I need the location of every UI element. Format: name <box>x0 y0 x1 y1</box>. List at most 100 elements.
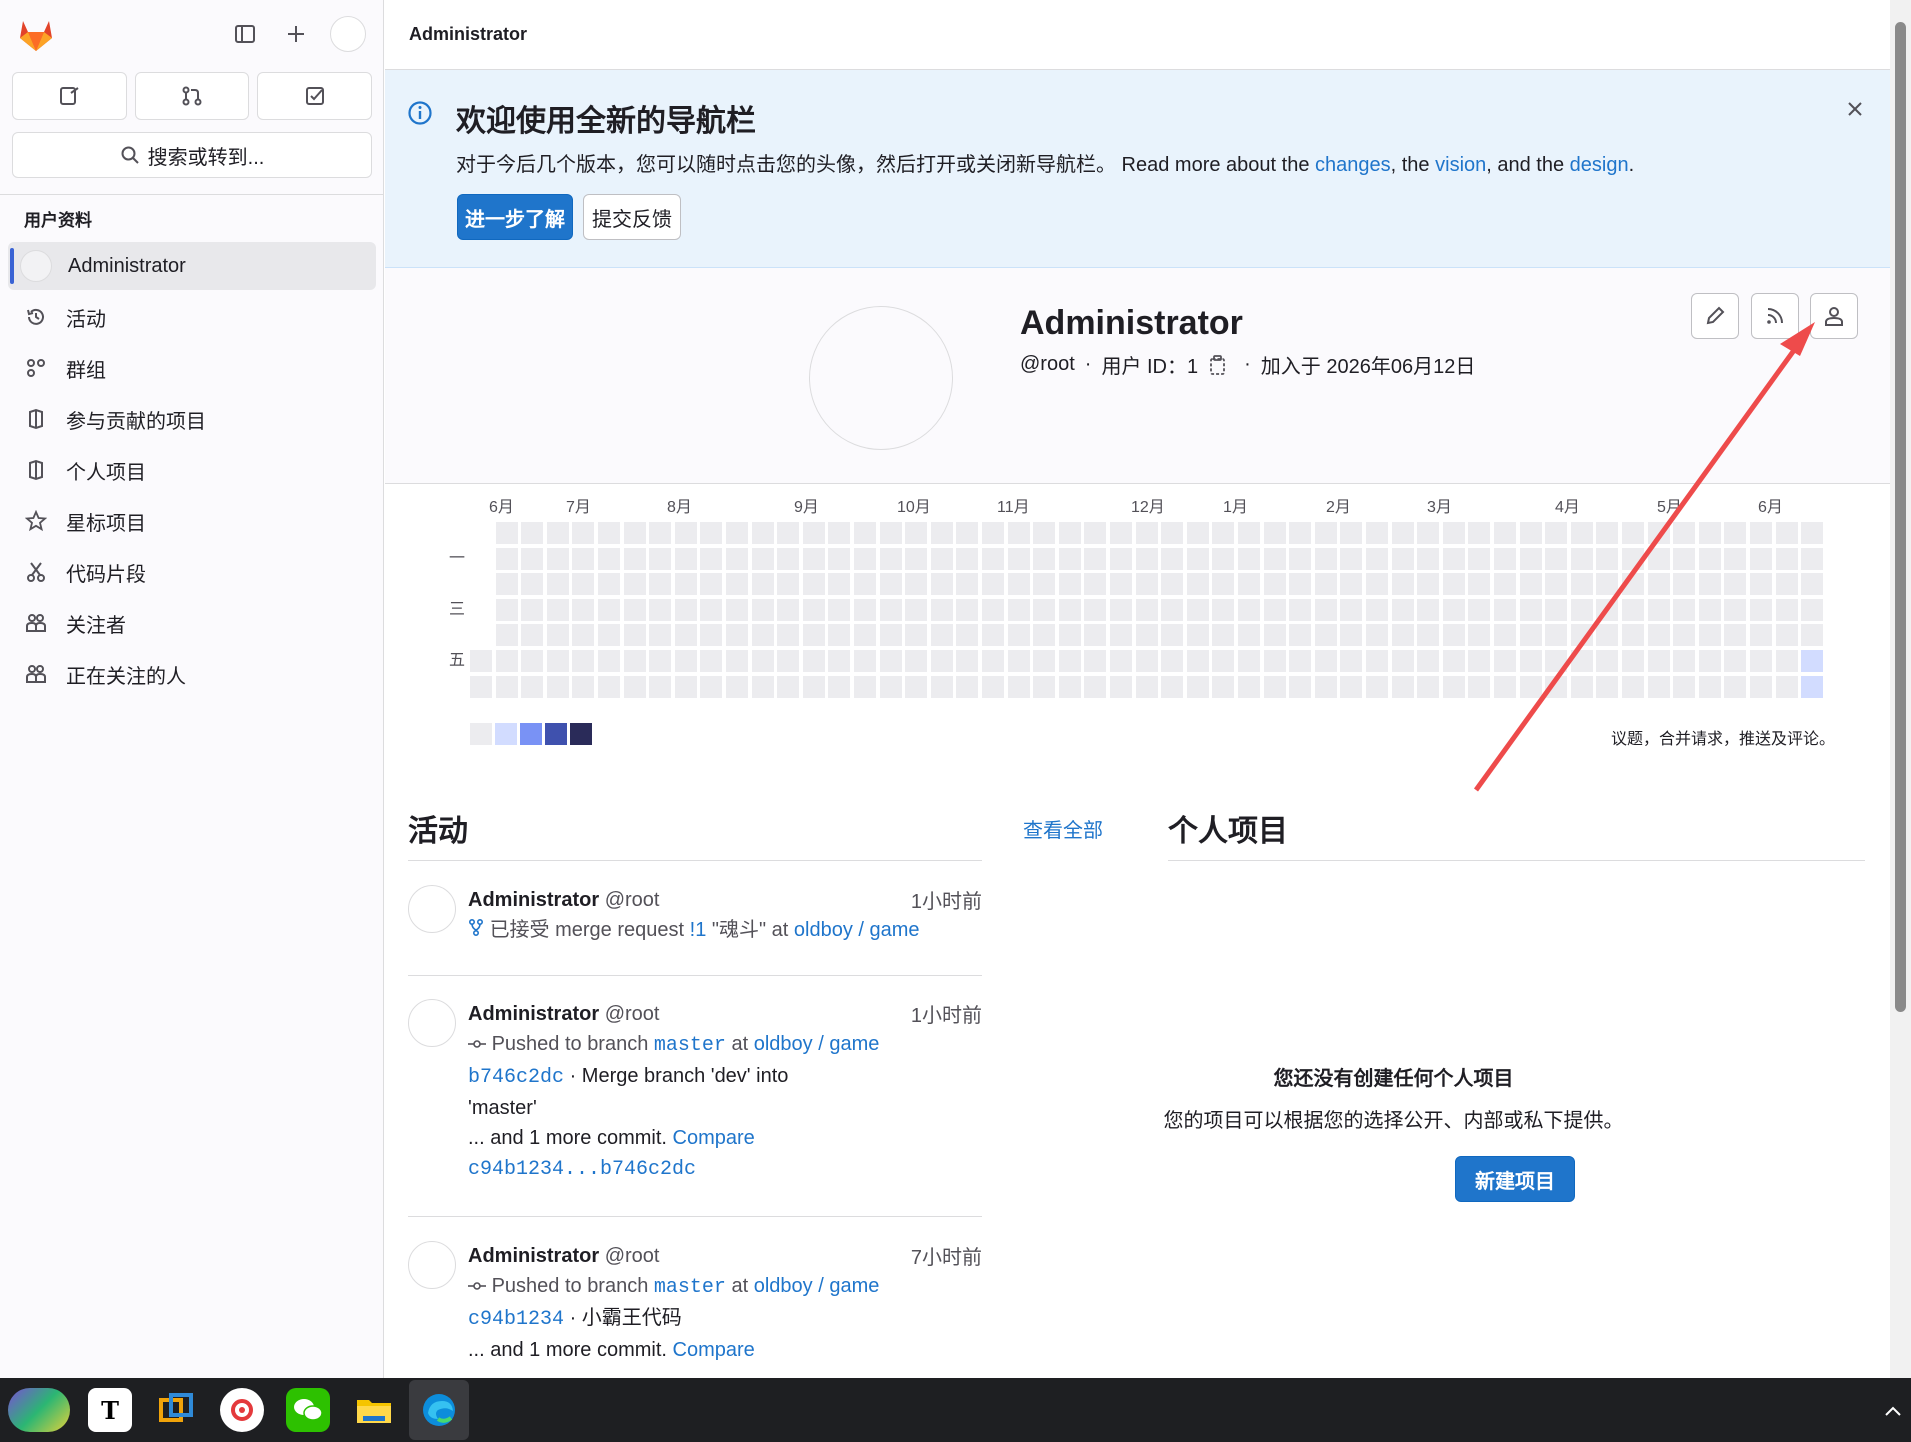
breadcrumb-item[interactable]: Administrator <box>409 24 527 45</box>
calendar-cell[interactable] <box>802 573 825 596</box>
project-link[interactable]: oldboy / game <box>754 1275 880 1297</box>
calendar-cell[interactable] <box>982 522 1004 544</box>
calendar-cell[interactable] <box>1238 675 1260 698</box>
calendar-cell[interactable] <box>1366 573 1388 596</box>
vmware-icon[interactable] <box>154 1388 198 1432</box>
calendar-cell[interactable] <box>1417 675 1440 698</box>
calendar-cell[interactable] <box>1698 650 1721 672</box>
calendar-cell[interactable] <box>1110 547 1132 570</box>
calendar-cell[interactable] <box>1442 650 1465 672</box>
calendar-cell[interactable] <box>1135 598 1158 621</box>
calendar-cell[interactable] <box>470 650 492 672</box>
calendar-cell[interactable] <box>495 624 518 647</box>
calendar-cell[interactable] <box>649 598 672 621</box>
calendar-cell[interactable] <box>1212 624 1235 647</box>
changes-link[interactable]: changes <box>1315 154 1391 176</box>
calendar-cell[interactable] <box>1494 624 1516 647</box>
calendar-cell[interactable] <box>1775 573 1798 596</box>
calendar-cell[interactable] <box>1775 675 1798 698</box>
calendar-cell[interactable] <box>572 573 595 596</box>
calendar-cell[interactable] <box>956 598 979 621</box>
calendar-cell[interactable] <box>1110 624 1132 647</box>
calendar-cell[interactable] <box>572 624 595 647</box>
calendar-cell[interactable] <box>828 624 851 647</box>
calendar-cell[interactable] <box>1750 650 1772 672</box>
chevron-up-icon[interactable] <box>1884 1400 1902 1423</box>
plus-icon[interactable] <box>279 17 313 51</box>
calendar-cell[interactable] <box>1212 522 1235 544</box>
calendar-cell[interactable] <box>1596 573 1619 596</box>
calendar-cell[interactable] <box>1391 522 1414 544</box>
calendar-cell[interactable] <box>828 573 851 596</box>
calendar-cell[interactable] <box>495 547 518 570</box>
calendar-cell[interactable] <box>1161 675 1184 698</box>
calendar-cell[interactable] <box>623 624 646 647</box>
calendar-cell[interactable] <box>1724 650 1747 672</box>
calendar-cell[interactable] <box>879 624 902 647</box>
vision-link[interactable]: vision <box>1435 154 1486 176</box>
calendar-cell[interactable] <box>674 650 697 672</box>
calendar-cell[interactable] <box>1238 650 1260 672</box>
calendar-cell[interactable] <box>1289 547 1312 570</box>
calendar-cell[interactable] <box>1417 573 1440 596</box>
calendar-cell[interactable] <box>751 624 774 647</box>
calendar-cell[interactable] <box>1801 522 1824 544</box>
calendar-cell[interactable] <box>751 675 774 698</box>
calendar-cell[interactable] <box>521 598 544 621</box>
branch-link[interactable]: master <box>654 1034 726 1057</box>
sidebar-item-groups[interactable]: 群组 <box>8 344 376 392</box>
rss-button[interactable] <box>1751 293 1799 339</box>
calendar-cell[interactable] <box>1622 675 1644 698</box>
calendar-cell[interactable] <box>1442 598 1465 621</box>
calendar-cell[interactable] <box>1135 547 1158 570</box>
todos-button[interactable] <box>257 72 373 120</box>
sidebar-item-followers[interactable]: 关注者 <box>8 599 376 647</box>
calendar-cell[interactable] <box>1468 650 1491 672</box>
calendar-cell[interactable] <box>1698 675 1721 698</box>
calendar-cell[interactable] <box>598 522 620 544</box>
calendar-cell[interactable] <box>1186 675 1209 698</box>
calendar-cell[interactable] <box>726 522 748 544</box>
calendar-cell[interactable] <box>1673 573 1696 596</box>
calendar-cell[interactable] <box>598 624 620 647</box>
calendar-cell[interactable] <box>1391 598 1414 621</box>
calendar-cell[interactable] <box>1698 573 1721 596</box>
calendar-cell[interactable] <box>1084 547 1107 570</box>
event-author[interactable]: Administrator <box>468 1003 599 1025</box>
sidebar-item-following[interactable]: 正在关注的人 <box>8 650 376 698</box>
calendar-cell[interactable] <box>1596 675 1619 698</box>
calendar-cell[interactable] <box>828 675 851 698</box>
calendar-cell[interactable] <box>1724 522 1747 544</box>
calendar-cell[interactable] <box>623 675 646 698</box>
commit-link[interactable]: c94b1234 <box>468 1308 564 1331</box>
calendar-cell[interactable] <box>1314 624 1337 647</box>
calendar-cell[interactable] <box>649 573 672 596</box>
calendar-cell[interactable] <box>1775 547 1798 570</box>
calendar-cell[interactable] <box>1724 624 1747 647</box>
design-link[interactable]: design <box>1570 154 1629 176</box>
calendar-cell[interactable] <box>1647 650 1670 672</box>
calendar-cell[interactable] <box>1801 624 1824 647</box>
calendar-cell[interactable] <box>1698 598 1721 621</box>
calendar-cell[interactable] <box>1468 675 1491 698</box>
calendar-cell[interactable] <box>700 573 723 596</box>
user-avatar[interactable] <box>330 16 366 52</box>
calendar-cell[interactable] <box>828 650 851 672</box>
calendar-cell[interactable] <box>1673 547 1696 570</box>
calendar-cell[interactable] <box>1007 547 1030 570</box>
calendar-cell[interactable] <box>1647 675 1670 698</box>
calendar-cell[interactable] <box>1238 547 1260 570</box>
calendar-cell[interactable] <box>1110 573 1132 596</box>
calendar-cell[interactable] <box>1391 547 1414 570</box>
calendar-cell[interactable] <box>1570 624 1593 647</box>
calendar-cell[interactable] <box>828 598 851 621</box>
calendar-cell[interactable] <box>1801 598 1824 621</box>
calendar-cell[interactable] <box>1366 624 1388 647</box>
calendar-cell[interactable] <box>1110 522 1132 544</box>
calendar-cell[interactable] <box>1545 675 1568 698</box>
calendar-cell[interactable] <box>1212 547 1235 570</box>
calendar-cell[interactable] <box>905 573 928 596</box>
calendar-cell[interactable] <box>1545 522 1568 544</box>
calendar-cell[interactable] <box>1698 522 1721 544</box>
calendar-cell[interactable] <box>1622 624 1644 647</box>
